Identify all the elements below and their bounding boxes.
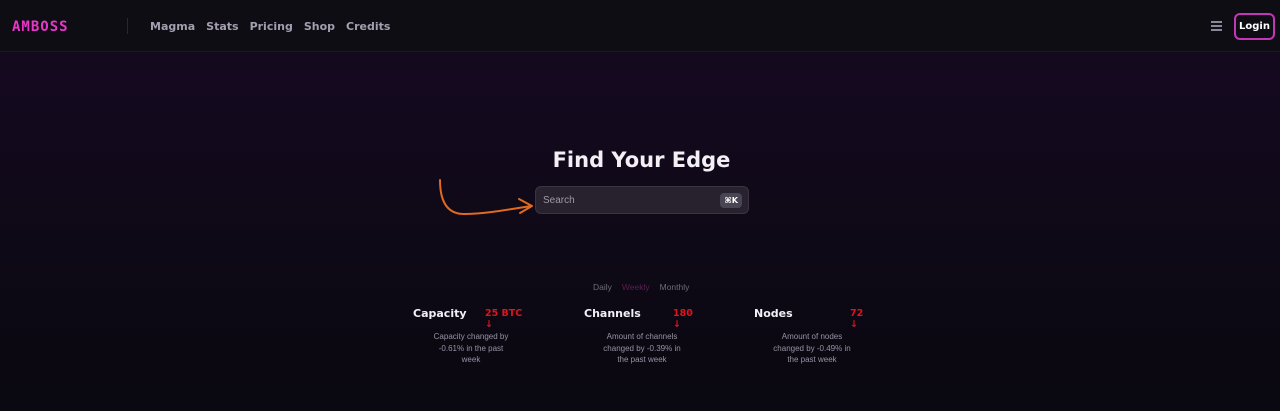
top-header: AMBOSS Magma Stats Pricing Shop Credits …	[0, 0, 1280, 52]
nav-pricing[interactable]: Pricing	[250, 20, 293, 34]
hero-title: Find Your Edge	[552, 148, 731, 172]
stat-value: 25 BTC ↓	[485, 308, 523, 330]
amboss-logo[interactable]: AMBOSS	[12, 19, 69, 35]
search-input[interactable]	[536, 194, 706, 206]
main-nav: Magma Stats Pricing Shop Credits	[150, 20, 390, 34]
stat-name: Channels	[584, 307, 641, 320]
stat-description: Amount of nodes changed by -0.49% in the…	[773, 332, 851, 364]
nav-magma[interactable]: Magma	[150, 20, 195, 34]
stat-description: Amount of channels changed by -0.39% in …	[603, 332, 681, 364]
stat-name: Capacity	[413, 307, 467, 320]
login-button[interactable]: Login	[1234, 13, 1275, 40]
search-box[interactable]: ⌘K	[535, 186, 749, 214]
stat-value: 72 ↓	[850, 308, 864, 330]
nav-credits[interactable]: Credits	[346, 20, 390, 34]
header-divider	[127, 18, 128, 34]
tab-daily[interactable]: Daily	[593, 282, 612, 293]
tab-weekly[interactable]: Weekly	[622, 282, 650, 293]
hamburger-menu-icon[interactable]	[1211, 21, 1222, 31]
annotation-arrow-icon	[439, 179, 533, 216]
arrow-down-icon: ↓	[673, 319, 681, 330]
tab-monthly[interactable]: Monthly	[660, 282, 690, 293]
stat-value: 180 ↓	[673, 308, 693, 330]
keyboard-shortcut-badge: ⌘K	[720, 193, 742, 208]
period-tabs: Daily Weekly Monthly	[593, 282, 689, 293]
stat-name: Nodes	[754, 307, 793, 320]
stat-description: Capacity changed by -0.61% in the past w…	[433, 332, 509, 364]
arrow-down-icon: ↓	[485, 319, 493, 330]
nav-shop[interactable]: Shop	[304, 20, 335, 34]
arrow-down-icon: ↓	[850, 319, 858, 330]
nav-stats[interactable]: Stats	[206, 20, 238, 34]
